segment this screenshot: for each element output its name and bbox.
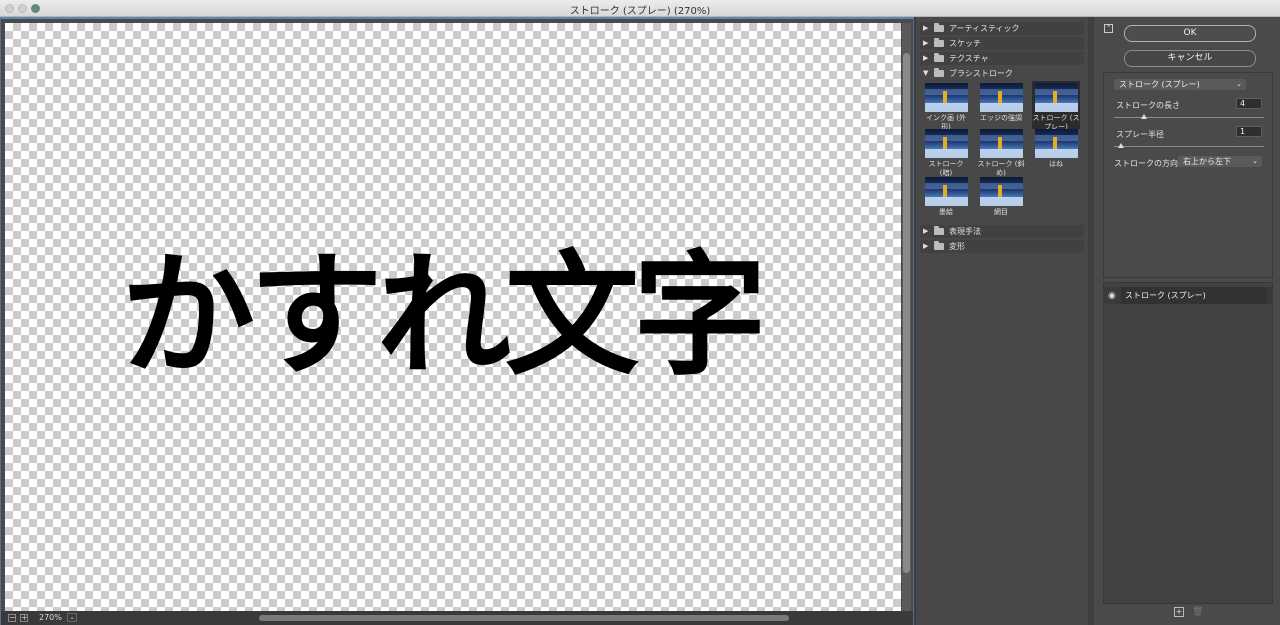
collapsed-arrow-icon: ▶	[923, 242, 929, 250]
filter-preview-image	[924, 129, 968, 158]
stroke-direction-value: 右上から左下	[1183, 157, 1231, 166]
filter-thumb-sumi-e[interactable]: 墨絵	[922, 175, 970, 217]
window-titlebar: ストローク (スプレー) (270%)	[0, 0, 1280, 17]
spray-radius-slider-track[interactable]	[1114, 146, 1264, 147]
preview-vertical-scrollbar[interactable]	[902, 23, 911, 611]
spray-radius-slider-handle[interactable]	[1118, 143, 1124, 148]
vertical-scroll-thumb[interactable]	[903, 53, 910, 573]
horizontal-scroll-thumb[interactable]	[259, 615, 789, 621]
folder-icon	[934, 226, 944, 235]
filter-preview-image	[979, 177, 1023, 206]
zoom-in-button[interactable]: +	[20, 614, 28, 622]
stroke-direction-label: ストロークの方向：	[1114, 159, 1186, 168]
filter-thumb-ink-outlines[interactable]: インク画 (外形)	[922, 81, 970, 132]
folder-icon	[934, 53, 944, 62]
filter-preview-image	[924, 177, 968, 206]
collapsed-arrow-icon: ▶	[923, 54, 929, 62]
ok-button[interactable]: OK	[1124, 25, 1256, 42]
filter-thumb-label: エッジの強調	[980, 114, 1022, 122]
effect-layer-name: ストローク (スプレー)	[1121, 287, 1267, 304]
preview-status-bar: − + 270% ⌄	[1, 611, 913, 625]
preview-text: かすれ文字	[121, 236, 767, 394]
category-label: テクスチャ	[949, 54, 989, 63]
filter-type-value: ストローク (スプレー)	[1119, 80, 1200, 89]
trash-icon[interactable]: 🗑	[1192, 607, 1203, 617]
filter-preview-image	[979, 129, 1023, 158]
filter-thumb-crosshatch[interactable]: 網目	[977, 175, 1025, 217]
category-texture[interactable]: ▶ テクスチャ	[920, 52, 1084, 65]
stroke-direction-select[interactable]: 右上から左下 ⌄	[1178, 156, 1262, 167]
category-label: 表現手法	[949, 227, 981, 236]
filter-preview-image	[1034, 129, 1078, 158]
spray-radius-label: スプレー半径	[1116, 130, 1164, 139]
filter-thumb-sprayed-strokes[interactable]: ストローク (スプレー)	[1032, 81, 1080, 131]
filter-thumb-label: 網目	[994, 208, 1008, 216]
filter-type-select[interactable]: ストローク (スプレー) ⌄	[1114, 79, 1246, 90]
collapse-gallery-icon[interactable]: ⌃	[1104, 24, 1113, 33]
category-distort[interactable]: ▶ 変形	[920, 240, 1084, 253]
filter-thumb-label: はね	[1049, 160, 1063, 168]
stroke-length-slider-track[interactable]	[1114, 117, 1264, 118]
new-effect-layer-icon[interactable]: +	[1174, 607, 1184, 617]
effect-layers-list: ◉ ストローク (スプレー)	[1103, 282, 1273, 604]
effect-layer-row[interactable]: ◉ ストローク (スプレー)	[1104, 287, 1272, 304]
zoom-out-button[interactable]: −	[8, 614, 16, 622]
eye-icon[interactable]: ◉	[1108, 291, 1116, 301]
window-title: ストローク (スプレー) (270%)	[569, 6, 711, 17]
category-artistic[interactable]: ▶ アーティスティック	[920, 22, 1084, 35]
filter-preview-image	[924, 83, 968, 112]
chevron-down-icon: ⌄	[1236, 80, 1242, 88]
zoom-dropdown-button[interactable]: ⌄	[67, 613, 77, 622]
folder-icon	[934, 38, 944, 47]
category-stylize[interactable]: ▶ 表現手法	[920, 225, 1084, 238]
category-brush-strokes[interactable]: ▼ ブラシストローク	[920, 67, 1084, 80]
filter-preview-image	[979, 83, 1023, 112]
cancel-button[interactable]: キャンセル	[1124, 50, 1256, 67]
category-label: スケッチ	[949, 39, 981, 48]
preview-canvas[interactable]: かすれ文字	[5, 23, 901, 611]
chevron-down-icon: ⌄	[1252, 157, 1258, 165]
filter-thumb-spatter[interactable]: はね	[1032, 127, 1080, 169]
collapsed-arrow-icon: ▶	[923, 227, 929, 235]
collapsed-arrow-icon: ▶	[923, 39, 929, 47]
filter-thumb-label: 墨絵	[939, 208, 953, 216]
folder-icon	[934, 23, 944, 32]
expanded-arrow-icon: ▼	[923, 69, 929, 77]
filter-thumb-dark-strokes[interactable]: ストローク (暗)	[922, 127, 970, 178]
filter-preview-image	[1034, 83, 1078, 112]
spray-radius-input[interactable]: 1	[1236, 126, 1262, 137]
preview-area: かすれ文字 − + 270% ⌄	[0, 17, 914, 625]
stroke-length-label: ストロークの長さ	[1116, 101, 1180, 110]
filter-gallery: ▶ アーティスティック ▶ スケッチ ▶ テクスチャ ▼ ブラシストローク イン…	[916, 17, 1088, 625]
zoom-level: 270%	[39, 613, 62, 622]
filter-thumb-angled-strokes[interactable]: ストローク (斜め)	[977, 127, 1025, 178]
category-label: アーティスティック	[949, 24, 1020, 33]
folder-icon	[934, 241, 944, 250]
stroke-length-slider-handle[interactable]	[1141, 114, 1147, 119]
category-label: ブラシストローク	[949, 69, 1013, 78]
category-label: 変形	[949, 242, 965, 251]
stroke-length-input[interactable]: 4	[1236, 98, 1262, 109]
category-sketch[interactable]: ▶ スケッチ	[920, 37, 1084, 50]
folder-open-icon	[934, 68, 944, 77]
collapsed-arrow-icon: ▶	[923, 24, 929, 32]
settings-panel: ⌃ OK キャンセル ストローク (スプレー) ⌄ ストロークの長さ 4 スプレ…	[1094, 17, 1280, 625]
filter-thumb-accented-edges[interactable]: エッジの強調	[977, 81, 1025, 123]
